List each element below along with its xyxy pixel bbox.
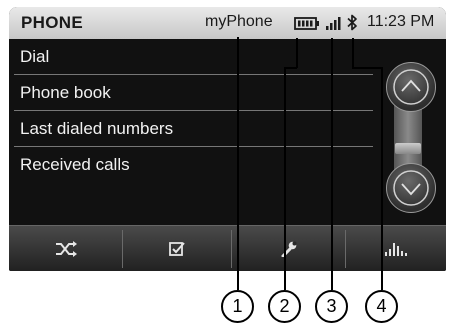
signal-strength-icon [326,16,341,35]
chevron-down-icon [393,170,429,206]
select-button[interactable] [123,226,231,271]
callout-1: 1 [221,290,254,323]
scroll-up-button[interactable] [386,62,436,112]
callout-line-4 [381,67,383,290]
clock: 11:23 PM [367,13,435,30]
wrench-icon [281,241,296,257]
status-bar: PHONE myPhone 11:23 PM [9,7,446,39]
sound-settings-button[interactable] [346,226,446,271]
menu-item-label: Received calls [20,155,130,174]
callout-line-3 [331,38,333,290]
equalizer-icon [385,243,407,256]
app-title: PHONE [21,13,83,32]
callout-number: 4 [376,296,387,316]
callout-number: 1 [232,296,243,316]
callout-4: 4 [365,290,398,323]
battery-icon [294,17,320,35]
connected-device-name: myPhone [205,13,273,30]
callout-2: 2 [268,290,301,323]
scrollbar-thumb[interactable] [395,143,421,154]
menu-item-label: Dial [20,47,50,66]
bluetooth-icon [347,14,358,36]
callout-line-4 [352,67,382,69]
callout-number: 2 [279,296,290,316]
callout-line-2 [284,67,286,290]
callout-line-2 [296,38,298,68]
menu-item-label: Last dialed numbers [20,119,174,138]
menu-item-label: Phone book [20,83,111,102]
shuffle-icon [55,241,77,257]
callout-line-2 [284,67,297,69]
shuffle-button[interactable] [9,226,122,271]
callout-line-4 [352,38,354,68]
chevron-up-icon [393,69,429,105]
callout-line-1 [237,37,239,290]
callout-3: 3 [315,290,348,323]
checkbox-icon [169,242,185,256]
scroll-down-button[interactable] [386,163,436,213]
callout-number: 3 [326,296,337,316]
settings-button[interactable] [232,226,345,271]
